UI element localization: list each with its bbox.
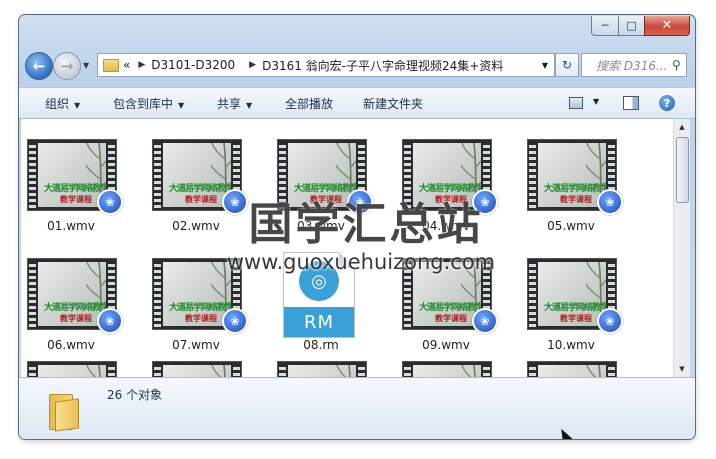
minimize-button[interactable]: ─: [591, 16, 619, 36]
breadcrumb-item-current[interactable]: D3161 翁向宏-子平八字命理视频24集+资料: [262, 57, 503, 74]
scroll-thumb[interactable]: [676, 137, 689, 203]
thumbnail-subcaption: 教学课程: [560, 314, 592, 323]
video-thumbnail: [152, 361, 242, 377]
folder-icon: [103, 58, 119, 72]
file-name: 06.wmv: [47, 338, 95, 352]
search-icon: ⚲: [672, 58, 681, 72]
video-thumbnail: [402, 361, 492, 377]
thumbnail-subcaption: 教学课程: [185, 195, 217, 204]
chevron-down-icon: ▼: [74, 101, 81, 110]
plant-image: [586, 365, 601, 377]
chevron-down-icon: ▼: [246, 101, 253, 110]
organize-label: 组织: [45, 97, 70, 111]
plant-image: [461, 365, 476, 377]
close-icon: ✕: [661, 18, 673, 33]
file-name: 05.wmv: [547, 219, 595, 233]
plant-image: [86, 365, 101, 377]
recent-pages-dropdown[interactable]: ▼: [83, 61, 89, 70]
video-thumbnail: [27, 361, 117, 377]
thumbnail-caption: 大道易学网络教学: [44, 303, 106, 313]
preview-pane-icon[interactable]: [623, 96, 639, 110]
details-pane: 26 个对象: [19, 377, 695, 439]
thumbnail-caption: 大道易学网络教学: [544, 303, 606, 313]
thumbnail-caption: 大道易学网络教学: [169, 303, 231, 313]
close-button[interactable]: ✕: [644, 16, 690, 36]
refresh-icon: ↻: [561, 58, 573, 72]
chevron-down-icon[interactable]: ▼: [593, 97, 599, 106]
media-player-icon: ❀: [222, 308, 248, 334]
breadcrumb-item[interactable]: D3101-D3200: [151, 58, 235, 72]
view-options-icon[interactable]: [569, 97, 583, 109]
search-box[interactable]: 搜索 D316... ⚲: [581, 53, 687, 77]
chevron-down-icon[interactable]: ▼: [542, 61, 548, 70]
thumbnail-caption: 大道易学网络教学: [44, 184, 106, 194]
chevron-down-icon: ▼: [178, 101, 185, 110]
thumbnail-caption: 大道易学网络教学: [419, 303, 481, 313]
scroll-up-icon[interactable]: ▲: [674, 119, 690, 135]
file-name: 07.wmv: [172, 338, 220, 352]
play-all-button[interactable]: 全部播放: [285, 95, 333, 112]
maximize-button[interactable]: □: [618, 16, 645, 36]
watermark-title: 国学汇总站: [248, 199, 484, 250]
chevron-right-icon[interactable]: ▶: [138, 60, 145, 70]
item-count: 26 个对象: [107, 388, 163, 402]
help-icon[interactable]: ?: [659, 95, 675, 111]
scroll-down-icon[interactable]: ▼: [674, 361, 690, 377]
thumbnail-subcaption: 教学课程: [560, 195, 592, 204]
forward-arrow-icon: →: [60, 57, 74, 75]
organize-button[interactable]: 组织 ▼: [45, 95, 80, 112]
search-input[interactable]: 搜索 D316...: [582, 57, 668, 74]
new-folder-button[interactable]: 新建文件夹: [363, 95, 423, 112]
media-player-icon: ❀: [472, 308, 498, 334]
watermark-url: www.guoxuehuizong.com: [226, 250, 496, 274]
vertical-scrollbar[interactable]: ▲ ▼: [673, 119, 690, 377]
media-player-icon: ❀: [597, 308, 623, 334]
share-button[interactable]: 共享 ▼: [217, 95, 252, 112]
address-bar[interactable]: « ▶ D3101-D3200 ▶ D3161 翁向宏-子平八字命理视频24集+…: [97, 53, 555, 77]
minimize-icon: ─: [601, 19, 609, 32]
command-bar: 组织 ▼ 包含到库中 ▼ 共享 ▼ 全部播放 新建文件夹 ▼ ?: [19, 87, 695, 119]
thumbnail-caption: 大道易学网络教学: [544, 184, 606, 194]
maximize-icon: □: [626, 19, 637, 32]
media-player-icon: ❀: [97, 308, 123, 334]
video-thumbnail: [277, 361, 367, 377]
file-name: 08.rm: [303, 338, 339, 352]
thumbnail-subcaption: 教学课程: [60, 195, 92, 204]
file-name: 01.wmv: [47, 219, 95, 233]
video-thumbnail: [527, 361, 617, 377]
back-button[interactable]: ←: [25, 52, 53, 80]
new-folder-label: 新建文件夹: [363, 97, 424, 111]
plant-image: [211, 365, 226, 377]
include-in-library-button[interactable]: 包含到库中 ▼: [113, 95, 184, 112]
back-arrow-icon: ←: [32, 57, 46, 75]
forward-button[interactable]: →: [53, 52, 81, 80]
thumbnail-subcaption: 教学课程: [60, 314, 92, 323]
include-in-library-label: 包含到库中: [113, 97, 174, 111]
plant-image: [336, 365, 351, 377]
thumbnail-subcaption: 教学课程: [185, 314, 217, 323]
share-label: 共享: [217, 97, 242, 111]
play-all-label: 全部播放: [285, 97, 334, 111]
breadcrumb-overflow[interactable]: «: [123, 58, 130, 72]
file-name: 10.wmv: [547, 338, 595, 352]
navigation-bar: ← → ▼ « ▶ D3101-D3200 ▶ D3161 翁向宏-子平八字命理…: [19, 51, 695, 81]
file-name: 09.wmv: [422, 338, 470, 352]
folder-large-icon: [49, 394, 79, 432]
chevron-right-icon[interactable]: ▶: [249, 60, 256, 70]
thumbnail-subcaption: 教学课程: [435, 314, 467, 323]
media-player-icon: ❀: [597, 189, 623, 215]
title-bar[interactable]: ─ □ ✕: [19, 15, 695, 45]
refresh-button[interactable]: ↻: [555, 53, 579, 77]
mouse-cursor-icon: [555, 426, 575, 439]
media-player-icon: ❀: [97, 189, 123, 215]
file-type-label: RM: [284, 307, 354, 337]
